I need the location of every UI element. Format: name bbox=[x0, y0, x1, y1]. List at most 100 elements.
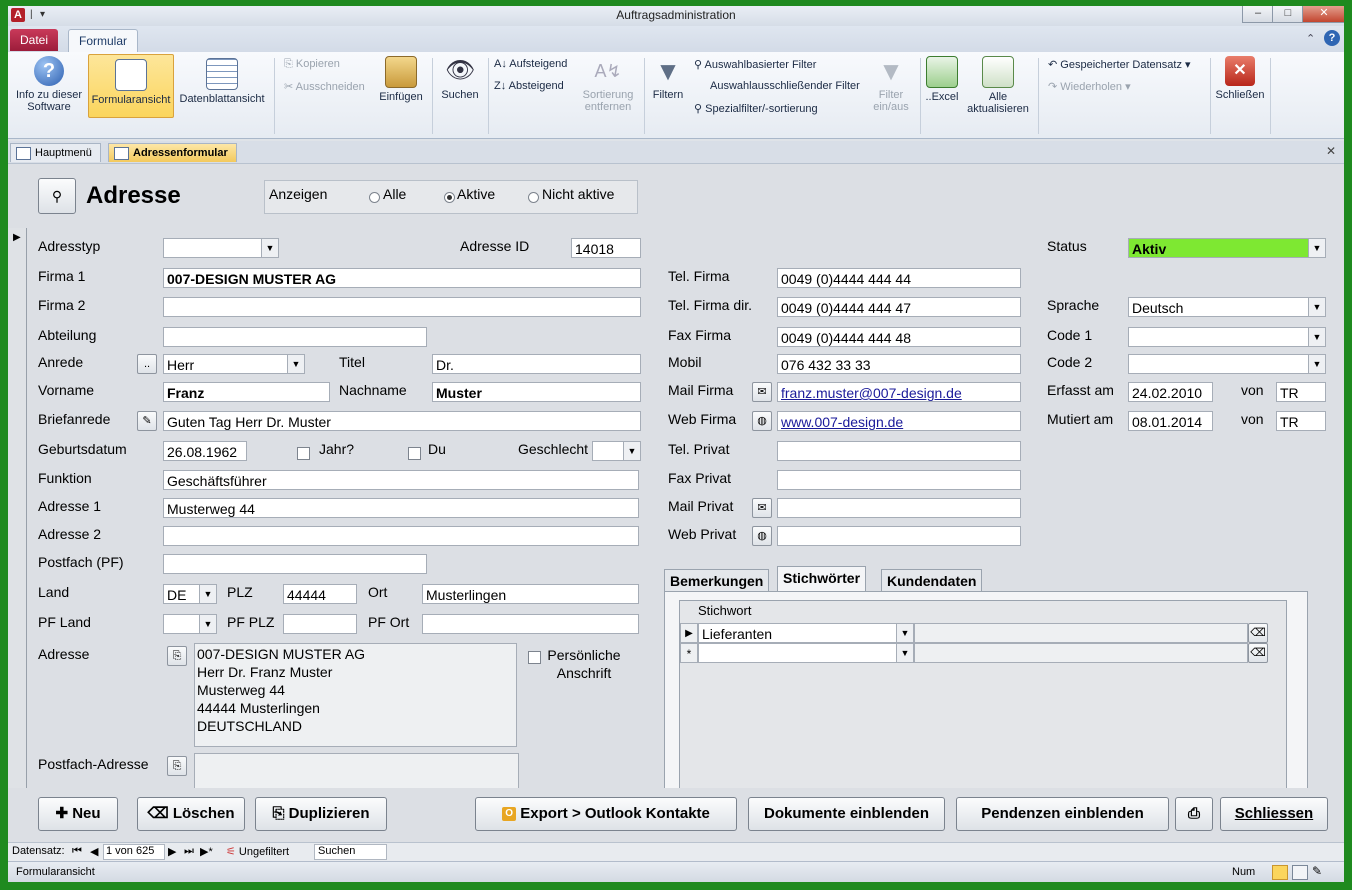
abteilung-field[interactable] bbox=[163, 327, 427, 347]
sortierung-entfernen-button[interactable]: A↯ Sortierung entfernen bbox=[576, 56, 640, 113]
maximize-button[interactable]: □ bbox=[1272, 6, 1304, 23]
record-selector[interactable]: ▶ bbox=[8, 228, 27, 788]
mutiert-von-field[interactable]: TR bbox=[1276, 411, 1326, 431]
loeschen-button[interactable]: ⌫ Löschen bbox=[137, 797, 245, 831]
datasheet-view-status-icon[interactable] bbox=[1292, 865, 1308, 880]
help-icon[interactable]: ? bbox=[1324, 30, 1340, 46]
geburtsdatum-field[interactable]: 26.08.1962 bbox=[163, 441, 247, 461]
web-privat-field[interactable] bbox=[777, 526, 1021, 546]
ausschneiden-button[interactable]: ✂ Ausschneiden bbox=[284, 80, 365, 93]
row-selector-current[interactable]: ▶ bbox=[680, 623, 698, 643]
kopieren-button[interactable]: ⎘ Kopieren bbox=[284, 58, 340, 71]
tel-privat-field[interactable] bbox=[777, 441, 1021, 461]
titel-field[interactable]: Dr. bbox=[432, 354, 641, 374]
briefanrede-field[interactable]: Guten Tag Herr Dr. Muster bbox=[163, 411, 641, 431]
filter-status-button[interactable]: ⚟ Ungefiltert bbox=[226, 845, 289, 858]
vorname-field[interactable]: Franz bbox=[163, 382, 330, 402]
mail-firma-button[interactable]: ✉ bbox=[752, 382, 772, 402]
adresse2-field[interactable] bbox=[163, 526, 639, 546]
auswahlbasierter-filter-button[interactable]: ⚲ Auswahlbasierter Filter bbox=[694, 58, 816, 71]
tab-adressenformular[interactable]: Adressenformular bbox=[108, 143, 237, 162]
anrede-select[interactable]: Herr ▼ bbox=[163, 354, 305, 374]
print-button[interactable]: ⎙ bbox=[1175, 797, 1213, 831]
stichwort-new-delete-button[interactable]: ⌫ bbox=[1248, 643, 1268, 663]
chevron-down-icon[interactable]: ▼ bbox=[896, 624, 913, 642]
stichwort-select[interactable]: Lieferanten ▼ bbox=[698, 623, 914, 643]
schliessen-ribbon-button[interactable]: ✕ Schließen bbox=[1212, 56, 1268, 101]
tab-kundendaten[interactable]: Kundendaten bbox=[881, 569, 983, 591]
excel-export-button[interactable]: ..Excel bbox=[922, 56, 962, 103]
pf-plz-field[interactable] bbox=[283, 614, 357, 634]
record-number-field[interactable]: 1 von 625 bbox=[103, 844, 165, 860]
pf-land-select[interactable]: ▼ bbox=[163, 614, 217, 634]
tab-stichwoerter[interactable]: Stichwörter bbox=[777, 566, 867, 591]
tab-formular[interactable]: Formular bbox=[68, 29, 139, 52]
next-record-icon[interactable]: ▶ bbox=[168, 845, 176, 858]
mutiert-field[interactable]: 08.01.2014 bbox=[1128, 411, 1213, 431]
alle-aktualisieren-button[interactable]: Alle aktualisieren bbox=[964, 56, 1032, 115]
firma1-field[interactable]: 007-DESIGN MUSTER AG bbox=[163, 268, 641, 288]
form-view-status-icon[interactable] bbox=[1272, 865, 1288, 880]
dokumente-einblenden-button[interactable]: Dokumente einblenden bbox=[748, 797, 945, 831]
web-privat-button[interactable]: ◍ bbox=[752, 526, 772, 546]
adresse-id-field[interactable]: 14018 bbox=[571, 238, 641, 258]
mail-firma-field[interactable]: franz.muster@007-design.de bbox=[777, 382, 1021, 402]
adresse1-field[interactable]: Musterweg 44 bbox=[163, 498, 639, 518]
status-select[interactable]: Aktiv ▼ bbox=[1128, 238, 1326, 258]
design-view-status-icon[interactable]: ✎ bbox=[1312, 864, 1322, 878]
geschlecht-select[interactable]: ▼ bbox=[592, 441, 641, 461]
mobil-field[interactable]: 076 432 33 33 bbox=[777, 354, 1021, 374]
ribbon-collapse-icon[interactable]: ⌃ bbox=[1306, 32, 1315, 45]
chevron-down-icon[interactable]: ▼ bbox=[287, 355, 304, 373]
tab-bemerkungen[interactable]: Bemerkungen bbox=[664, 569, 770, 591]
suchen-button[interactable]: 👁 Suchen bbox=[436, 56, 484, 101]
du-checkbox[interactable] bbox=[408, 447, 421, 460]
aufsteigend-button[interactable]: A↓ Aufsteigend bbox=[494, 58, 567, 70]
gespeicherter-datensatz-button[interactable]: ↶ Gespeicherter Datensatz ▾ bbox=[1048, 58, 1191, 71]
mail-privat-field[interactable] bbox=[777, 498, 1021, 518]
land-select[interactable]: DE ▼ bbox=[163, 584, 217, 604]
stichwort-extra-field[interactable] bbox=[914, 623, 1248, 643]
stichwort-delete-button[interactable]: ⌫ bbox=[1248, 623, 1268, 643]
ort-field[interactable]: Musterlingen bbox=[422, 584, 639, 604]
postfach-adresse-copy-button[interactable]: ⎘ bbox=[167, 756, 187, 776]
absteigend-button[interactable]: Z↓ Absteigend bbox=[494, 80, 564, 92]
fax-firma-field[interactable]: 0049 (0)4444 444 48 bbox=[777, 327, 1021, 347]
chevron-down-icon[interactable]: ▼ bbox=[1308, 328, 1325, 346]
postfach-field[interactable] bbox=[163, 554, 427, 574]
radio-nicht-aktive[interactable] bbox=[528, 192, 539, 203]
neu-button[interactable]: ✚ Neu bbox=[38, 797, 118, 831]
auswahlausschliessender-filter-button[interactable]: Auswahlausschließender Filter bbox=[710, 80, 860, 92]
sprache-select[interactable]: Deutsch ▼ bbox=[1128, 297, 1326, 317]
funktion-field[interactable]: Geschäftsführer bbox=[163, 470, 639, 490]
adresse-block[interactable]: 007-DESIGN MUSTER AG Herr Dr. Franz Must… bbox=[194, 643, 517, 747]
tab-hauptmenue[interactable]: Hauptmenü bbox=[10, 143, 101, 162]
datenblattansicht-button[interactable]: Datenblattansicht bbox=[174, 58, 270, 105]
chevron-down-icon[interactable]: ▼ bbox=[1308, 239, 1325, 257]
web-firma-field[interactable]: www.007-design.de bbox=[777, 411, 1021, 431]
chevron-down-icon[interactable]: ▼ bbox=[199, 615, 216, 633]
firma2-field[interactable] bbox=[163, 297, 641, 317]
jahr-checkbox[interactable] bbox=[297, 447, 310, 460]
plz-field[interactable]: 44444 bbox=[283, 584, 357, 604]
anrede-builder-button[interactable]: .. bbox=[137, 354, 157, 374]
close-document-icon[interactable]: ✕ bbox=[1326, 144, 1336, 158]
previous-record-icon[interactable]: ◀ bbox=[90, 845, 98, 858]
briefanrede-edit-button[interactable]: ✎ bbox=[137, 411, 157, 431]
new-record-nav-icon[interactable]: ▶* bbox=[200, 845, 213, 858]
einfuegen-button[interactable]: Einfügen bbox=[376, 56, 426, 103]
pendenzen-einblenden-button[interactable]: Pendenzen einblenden bbox=[956, 797, 1169, 831]
code2-select[interactable]: ▼ bbox=[1128, 354, 1326, 374]
chevron-down-icon[interactable]: ▼ bbox=[623, 442, 640, 460]
radio-aktive[interactable] bbox=[444, 192, 455, 203]
stichwort-new-extra-field[interactable] bbox=[914, 643, 1248, 663]
last-record-icon[interactable]: ⏭ bbox=[184, 845, 194, 858]
fax-privat-field[interactable] bbox=[777, 470, 1021, 490]
web-firma-button[interactable]: ◍ bbox=[752, 411, 772, 431]
tel-firma-dir-field[interactable]: 0049 (0)4444 444 47 bbox=[777, 297, 1021, 317]
tab-datei[interactable]: Datei bbox=[10, 29, 59, 51]
schliessen-button[interactable]: Schliessen bbox=[1220, 797, 1328, 831]
persoenliche-anschrift-checkbox[interactable] bbox=[528, 651, 541, 664]
wiederholen-button[interactable]: ↷ Wiederholen ▾ bbox=[1048, 80, 1131, 93]
info-button[interactable]: ? Info zu dieser Software bbox=[10, 56, 88, 113]
